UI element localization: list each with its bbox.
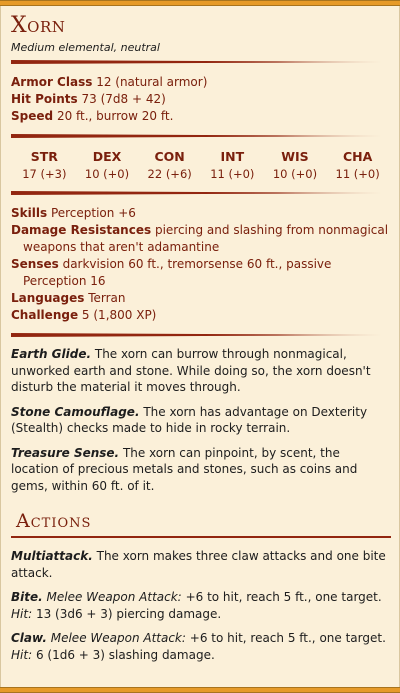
senses: Senses darkvision 60 ft., tremorsense 60… bbox=[11, 257, 332, 288]
challenge: Challenge 5 (1,800 XP) bbox=[11, 308, 157, 322]
speed: Speed 20 ft., burrow 20 ft. bbox=[11, 109, 174, 123]
action-claw: Claw. Melee Weapon Attack: +6 to hit, re… bbox=[11, 631, 386, 662]
ability-con: CON 22 (+6) bbox=[147, 149, 192, 181]
skills: Skills Perception +6 bbox=[11, 206, 136, 220]
creature-meta: Medium elemental, neutral bbox=[11, 41, 160, 54]
actions-underline bbox=[11, 536, 391, 538]
divider bbox=[11, 134, 391, 138]
actions-heading: Actions bbox=[16, 510, 92, 532]
ability-str: STR 17 (+3) bbox=[22, 149, 67, 181]
damage-resistances: Damage Resistances piercing and slashing… bbox=[11, 223, 389, 254]
ability-int: INT 11 (+0) bbox=[210, 149, 255, 181]
ability-wis: WIS 10 (+0) bbox=[272, 149, 318, 181]
ability-scores: STR 17 (+3) DEX 10 (+0) CON 22 (+6) INT 11 (… bbox=[11, 148, 391, 182]
ability-cha: CHA 11 (+0) bbox=[335, 149, 380, 181]
trait-treasure-sense: Treasure Sense. The xorn can pinpoint, b… bbox=[11, 445, 358, 493]
languages: Languages Terran bbox=[11, 291, 126, 305]
bottom-border bbox=[0, 687, 400, 693]
divider bbox=[11, 191, 391, 195]
trait-earth-glide: Earth Glide. The xorn can burrow through… bbox=[11, 347, 371, 394]
action-multiattack: Multiattack. The xorn makes three claw a… bbox=[11, 549, 386, 580]
stat-block: Xorn Medium elemental, neutral Armor Cla… bbox=[11, 14, 391, 671]
divider bbox=[11, 60, 391, 64]
ability-dex: DEX 10 (+0) bbox=[84, 149, 130, 181]
action-bite: Bite. Melee Weapon Attack: +6 to hit, re… bbox=[11, 590, 382, 621]
creature-name: Xorn bbox=[11, 13, 66, 38]
hit-points: Hit Points 73 (7d8 + 42) bbox=[11, 92, 166, 106]
armor-class: Armor Class 12 (natural armor) bbox=[11, 75, 208, 89]
trait-stone-camouflage: Stone Camouflage. The xorn has advantage… bbox=[11, 404, 368, 436]
divider bbox=[11, 333, 391, 337]
